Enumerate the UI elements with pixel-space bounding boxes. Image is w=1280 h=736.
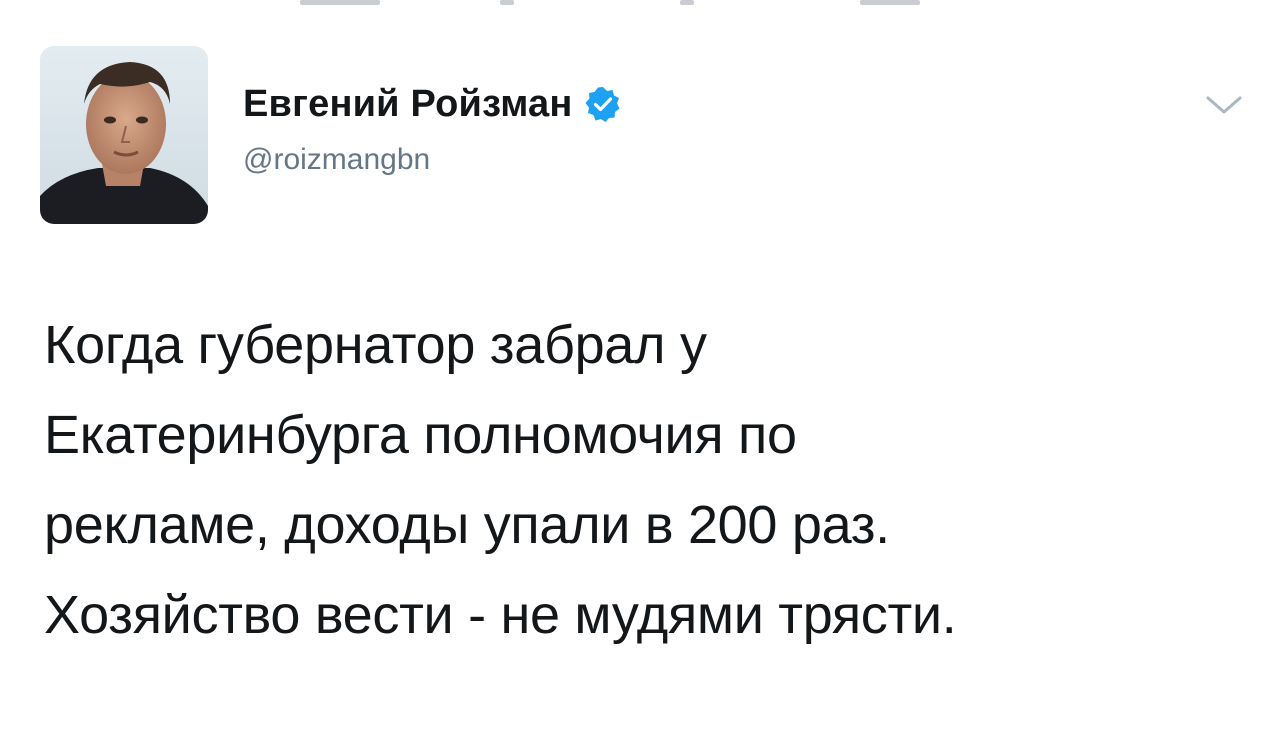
tweet-text-line: Екатеринбурга полномочия по <box>44 405 797 465</box>
verified-badge-icon <box>585 87 620 122</box>
previous-tweet-edge <box>0 0 1280 12</box>
tweet-card: Евгений Ройзман @roizmangbn Когда губерн… <box>0 0 1280 736</box>
tweet-text-line: Когда губернатор забрал у <box>44 315 707 375</box>
avatar[interactable] <box>40 46 208 224</box>
tweet-text-line: рекламе, доходы упали в 200 раз. <box>44 495 890 555</box>
edge-fragment <box>860 0 920 5</box>
edge-fragment <box>300 0 380 5</box>
avatar-photo <box>40 46 208 224</box>
tweet-text-line: Хозяйство вести - не мудями трясти. <box>44 585 957 645</box>
chevron-down-icon[interactable] <box>1202 90 1246 118</box>
tweet-text: Когда губернатор забрал у Екатеринбурга … <box>44 300 1244 660</box>
author-name-row[interactable]: Евгений Ройзман <box>243 80 621 128</box>
author-display-name[interactable]: Евгений Ройзман <box>243 80 573 128</box>
edge-fragment <box>680 0 694 5</box>
edge-fragment <box>500 0 514 5</box>
author-handle[interactable]: @roizmangbn <box>243 140 430 180</box>
